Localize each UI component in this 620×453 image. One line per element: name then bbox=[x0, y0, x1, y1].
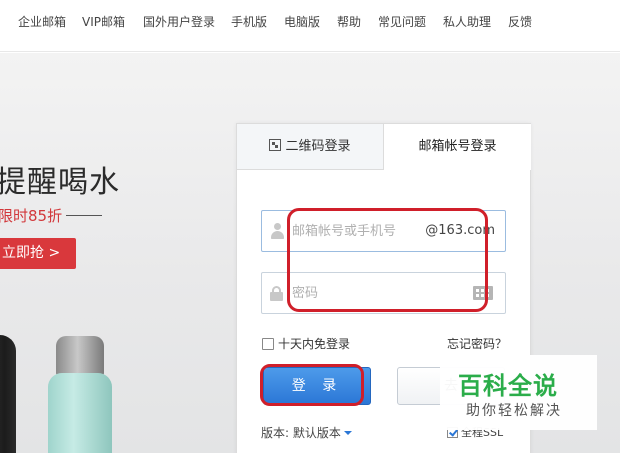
watermark-logo: 百科全说 助你轻松解决 bbox=[440, 355, 597, 430]
tab-account-label: 邮箱帐号登录 bbox=[418, 139, 497, 154]
tab-qr-label: 二维码登录 bbox=[285, 139, 351, 154]
forgot-password-link[interactable]: 忘记密码？ bbox=[447, 335, 507, 352]
remember-me-label: 十天内免登录 bbox=[278, 337, 351, 351]
teal-bottle-image bbox=[48, 373, 112, 453]
version-selector[interactable]: 版本: 默认版本 bbox=[261, 424, 352, 441]
user-icon bbox=[270, 223, 284, 239]
nav-faq[interactable]: 常见问题 bbox=[378, 13, 426, 30]
account-input[interactable] bbox=[292, 211, 422, 251]
remember-me-checkbox[interactable] bbox=[262, 338, 274, 350]
nav-desktop-version[interactable]: 电脑版 bbox=[284, 13, 320, 30]
nav-vip-mail[interactable]: VIP邮箱 bbox=[82, 13, 125, 30]
login-button[interactable]: 登 录 bbox=[263, 367, 371, 405]
domain-suffix: @163.com bbox=[425, 223, 495, 238]
keyboard-icon[interactable] bbox=[473, 286, 493, 300]
lock-icon bbox=[270, 286, 283, 301]
teal-bottle-cap-image bbox=[56, 336, 104, 376]
watermark-title: 百科全说 bbox=[458, 372, 558, 400]
nav-enterprise-mail[interactable]: 企业邮箱 bbox=[18, 13, 66, 30]
nav-feedback[interactable]: 反馈 bbox=[508, 13, 532, 30]
promo-buy-button[interactable]: 立即抢 > bbox=[0, 238, 76, 269]
password-field bbox=[261, 272, 506, 314]
tab-qr-login[interactable]: 二维码登录 bbox=[237, 124, 384, 170]
tab-account-login[interactable]: 邮箱帐号登录 bbox=[384, 124, 531, 170]
chevron-down-icon bbox=[343, 431, 352, 435]
dark-bottle-image bbox=[0, 335, 16, 453]
nav-mobile-version[interactable]: 手机版 bbox=[231, 13, 267, 30]
promo-divider bbox=[66, 215, 102, 216]
nav-personal-assistant[interactable]: 私人助理 bbox=[443, 13, 491, 30]
password-input[interactable] bbox=[292, 273, 422, 313]
nav-overseas-login[interactable]: 国外用户登录 bbox=[143, 13, 215, 30]
account-field: @163.com bbox=[261, 210, 506, 252]
promo-subtitle: 限时85折 bbox=[0, 207, 63, 225]
promo-title: 提醒喝水 bbox=[0, 165, 120, 200]
remember-me-toggle[interactable]: 十天内免登录 bbox=[262, 335, 350, 352]
qr-code-icon bbox=[269, 139, 282, 151]
version-label: 版本: 默认版本 bbox=[261, 426, 341, 440]
watermark-subtitle: 助你轻松解决 bbox=[466, 403, 562, 419]
nav-help[interactable]: 帮助 bbox=[337, 13, 361, 30]
top-nav: 企业邮箱 VIP邮箱 国外用户登录 手机版 电脑版 帮助 常见问题 私人助理 反… bbox=[0, 0, 620, 52]
